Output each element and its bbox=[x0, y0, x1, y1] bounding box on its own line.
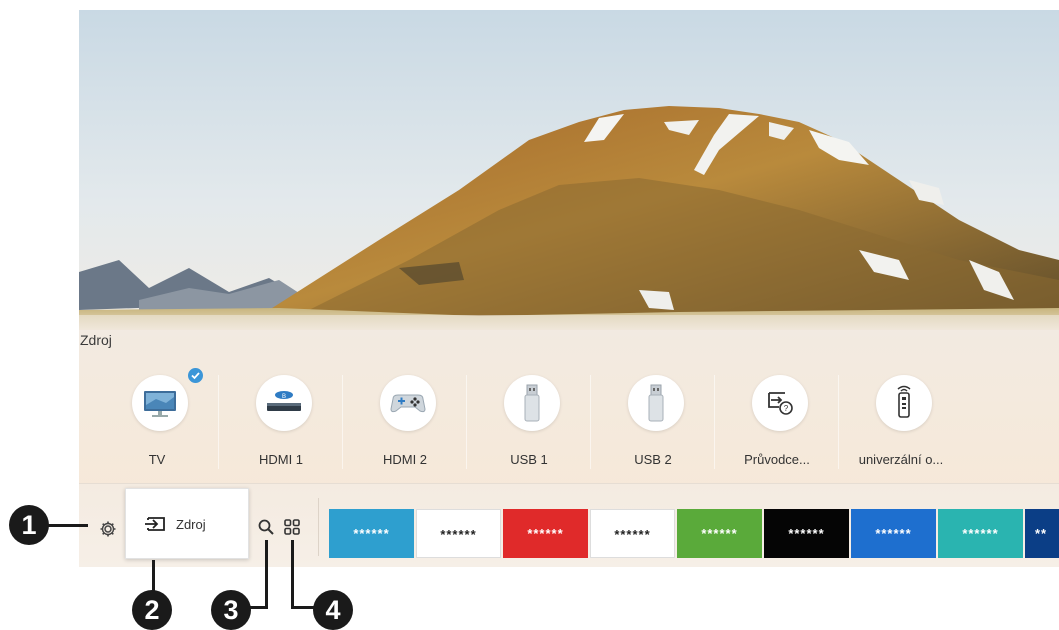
app-tile[interactable]: ****** bbox=[590, 509, 675, 558]
callout-line bbox=[152, 560, 155, 594]
bar-divider bbox=[318, 498, 319, 556]
callout-line bbox=[48, 524, 88, 527]
svg-text:B: B bbox=[282, 394, 286, 400]
app-tile[interactable]: ****** bbox=[329, 509, 414, 558]
source-usb1[interactable]: USB 1 bbox=[467, 367, 591, 483]
source-hdmi1[interactable]: B HDMI 1 bbox=[219, 367, 343, 483]
usb-drive-icon bbox=[628, 375, 684, 431]
source-usb2[interactable]: USB 2 bbox=[591, 367, 715, 483]
svg-text:?: ? bbox=[784, 404, 789, 413]
source-universal-remote[interactable]: univerzální o... bbox=[839, 367, 963, 483]
remote-control-icon bbox=[876, 375, 932, 431]
callout-1: 1 bbox=[9, 505, 49, 545]
app-tile[interactable]: ****** bbox=[416, 509, 501, 558]
source-connection-guide[interactable]: ? Průvodce... bbox=[715, 367, 839, 483]
game-console-icon bbox=[380, 375, 436, 431]
callout-4: 4 bbox=[313, 590, 353, 630]
source-label: USB 1 bbox=[510, 452, 548, 467]
panel-title: Zdroj bbox=[80, 332, 112, 348]
usb-drive-icon bbox=[504, 375, 560, 431]
source-label: HDMI 2 bbox=[382, 452, 428, 467]
source-button-label: Zdroj bbox=[176, 517, 206, 532]
source-label: TV bbox=[148, 452, 166, 467]
source-label: univerzální o... bbox=[858, 452, 944, 467]
callout-2: 2 bbox=[132, 590, 172, 630]
connection-guide-icon: ? bbox=[752, 375, 808, 431]
source-hdmi2[interactable]: HDMI 2 bbox=[343, 367, 467, 483]
app-tile[interactable]: ****** bbox=[677, 509, 762, 558]
source-label: USB 2 bbox=[634, 452, 672, 467]
tv-screen: Zdroj TV B HDMI 1 HDMI 2 USB 1 USB 2 ? P… bbox=[79, 10, 1059, 567]
source-button[interactable]: Zdroj bbox=[125, 488, 249, 559]
source-tv[interactable]: TV bbox=[95, 367, 219, 483]
callout-line bbox=[265, 540, 268, 608]
app-tile[interactable]: ** bbox=[1025, 509, 1059, 558]
apps-icon[interactable] bbox=[283, 518, 301, 536]
mountain-background bbox=[79, 10, 1059, 330]
tv-monitor-icon bbox=[132, 375, 188, 431]
callout-line bbox=[291, 540, 294, 608]
app-tile[interactable]: ****** bbox=[851, 509, 936, 558]
source-label: HDMI 1 bbox=[258, 452, 304, 467]
source-panel: Zdroj TV B HDMI 1 HDMI 2 USB 1 USB 2 ? P… bbox=[79, 315, 1059, 483]
bluray-player-icon: B bbox=[256, 375, 312, 431]
bottom-bar: Zdroj ****** ****** ****** ****** ******… bbox=[79, 483, 1059, 567]
selected-check-icon bbox=[188, 368, 203, 383]
app-tiles: ****** ****** ****** ****** ****** *****… bbox=[329, 509, 1059, 560]
app-tile[interactable]: ****** bbox=[503, 509, 588, 558]
source-label: Průvodce... bbox=[744, 452, 810, 467]
gear-icon[interactable] bbox=[99, 520, 117, 538]
search-icon[interactable] bbox=[257, 518, 275, 536]
app-tile[interactable]: ****** bbox=[764, 509, 849, 558]
app-tile[interactable]: ****** bbox=[938, 509, 1023, 558]
callout-3: 3 bbox=[211, 590, 251, 630]
source-input-icon bbox=[145, 517, 165, 531]
